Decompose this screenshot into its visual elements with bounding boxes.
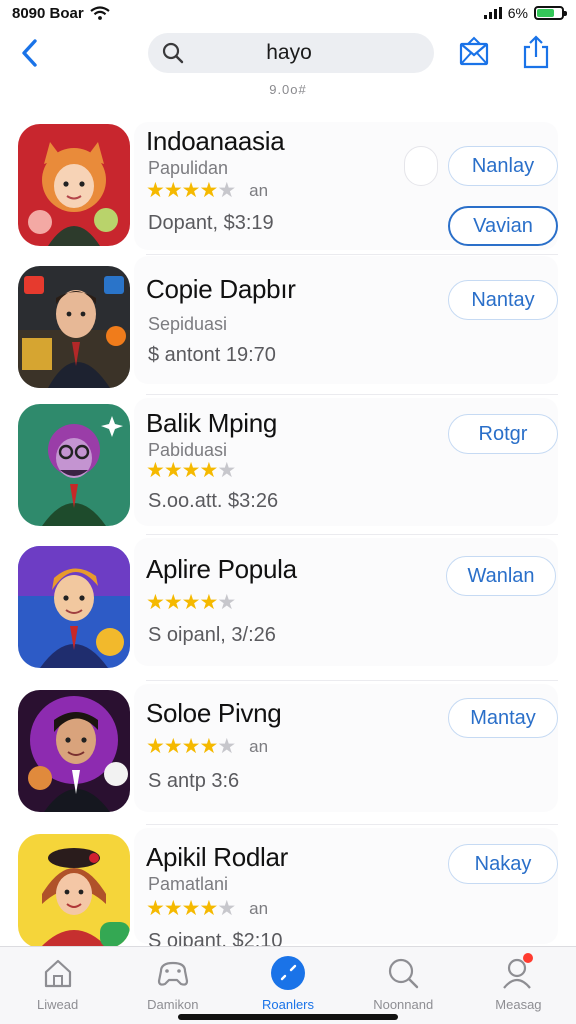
row-divider xyxy=(146,254,558,255)
rating-suffix: an xyxy=(249,898,269,918)
app-name: Soloe Pivng xyxy=(146,698,282,728)
app-price: S.oo.att. $3:26 xyxy=(148,490,279,512)
battery-fill xyxy=(537,9,554,17)
star-rating: ★★★★★ xyxy=(146,735,236,758)
status-time: 8090 Boar xyxy=(12,4,84,22)
rating-suffix: an xyxy=(249,180,269,200)
tab-account[interactable]: Measag xyxy=(461,947,576,1024)
rating: ★★★★★ an xyxy=(146,180,268,201)
app-icon[interactable] xyxy=(18,404,130,526)
share-button[interactable] xyxy=(518,34,554,70)
app-icon-image xyxy=(18,546,130,668)
battery-icon xyxy=(534,6,567,20)
envelope-icon xyxy=(459,36,489,66)
app-price: S antp 3:6 xyxy=(148,770,240,792)
star-rating: ★★★★★ xyxy=(146,179,236,202)
tab-search[interactable]: Noonnand xyxy=(346,947,461,1024)
tab-label: Measag xyxy=(495,997,542,1012)
get-button[interactable]: Nanlay xyxy=(448,146,558,186)
tab-home[interactable]: Liwead xyxy=(0,947,115,1024)
placeholder-bubble xyxy=(404,146,438,186)
app-icon-image xyxy=(18,266,130,388)
app-category: Pamatlani xyxy=(148,874,229,894)
app-name: Apikil Rodlar xyxy=(146,842,289,872)
star-rating: ★★★★★ xyxy=(146,459,236,482)
star-rating: ★★★★★ xyxy=(146,591,236,614)
app-name: Balik Mping xyxy=(146,408,278,438)
get-button[interactable]: Nantay xyxy=(448,280,558,320)
get-button[interactable]: Wanlan xyxy=(446,556,556,596)
app-icon[interactable] xyxy=(18,124,130,246)
status-left: 8090 Boar xyxy=(12,5,110,22)
app-icon-image xyxy=(18,834,130,948)
app-icon-image xyxy=(18,124,130,246)
app-icon[interactable] xyxy=(18,266,130,388)
nav-bar: hayo xyxy=(0,30,576,76)
search-query: hayo xyxy=(266,41,312,64)
get-button[interactable]: Rotgr xyxy=(448,414,558,454)
battery-percent: 6% xyxy=(507,5,528,21)
star-rating: ★★★★★ xyxy=(146,897,236,920)
search-field[interactable]: hayo xyxy=(148,33,434,73)
app-category: Pabiduasi xyxy=(148,440,228,460)
rating: ★★★★★ xyxy=(146,591,236,614)
status-right: 6% xyxy=(483,5,567,21)
get-button[interactable]: Mantay xyxy=(448,698,558,738)
app-name: Indoanaasia xyxy=(146,126,285,156)
rating: ★★★★★ an xyxy=(146,736,268,757)
home-indicator[interactable] xyxy=(178,1014,398,1020)
app-category: Sepiduasi xyxy=(148,314,228,334)
back-button[interactable] xyxy=(16,36,42,70)
app-icon[interactable] xyxy=(18,546,130,668)
status-bar: 8090 Boar 6% xyxy=(0,0,576,26)
tab-label: Roanlers xyxy=(261,997,315,1012)
app-row[interactable]: Balik Mping Pabiduasi ★★★★★ S.oo.att. $3… xyxy=(0,394,576,536)
tab-explore[interactable]: Roanlers xyxy=(230,947,345,1024)
app-row[interactable]: Indoanaasia Papulidan ★★★★★ an Dopant, $… xyxy=(0,122,576,256)
cellular-signal-icon xyxy=(483,7,502,19)
row-divider xyxy=(146,394,558,395)
app-price: Dopant, $3:19 xyxy=(148,212,274,234)
app-name: Copie Dapbır xyxy=(146,274,296,304)
row-divider xyxy=(146,824,558,825)
app-category: Papulidan xyxy=(148,158,229,178)
compass-icon xyxy=(270,955,306,991)
rating-suffix: an xyxy=(249,736,269,756)
get-button[interactable]: Nakay xyxy=(448,844,558,884)
games-icon xyxy=(155,955,191,991)
app-icon-image xyxy=(18,690,130,812)
search-caption: 9.0o# xyxy=(269,82,307,97)
chevron-left-icon xyxy=(22,39,37,67)
tab-games[interactable]: Damikon xyxy=(115,947,230,1024)
notification-badge xyxy=(522,953,533,963)
wifi-icon xyxy=(90,6,110,20)
secondary-get-button[interactable]: Vavian xyxy=(448,206,558,246)
app-name: Aplire Popula xyxy=(146,554,297,584)
tab-label: Noonnand xyxy=(373,997,434,1012)
rating: ★★★★★ xyxy=(146,459,236,482)
app-icon[interactable] xyxy=(18,690,130,812)
home-icon xyxy=(40,955,76,991)
search-icon xyxy=(162,42,184,64)
search-icon xyxy=(385,955,421,991)
app-price: $ antont 19:70 xyxy=(148,344,276,366)
app-row[interactable]: Soloe Pivng ★★★★★ an S antp 3:6 Mantay xyxy=(0,680,576,822)
tab-label: Liwead xyxy=(37,997,79,1012)
app-price: S oipanl, 3/:26 xyxy=(148,624,276,646)
app-row[interactable]: Aplire Popula ★★★★★ S oipanl, 3/:26 Wanl… xyxy=(0,534,576,678)
tab-label: Damikon xyxy=(147,997,199,1012)
envelope-button[interactable] xyxy=(456,34,492,70)
tab-bar: Liwead Damikon Roanlers Noonnand Measag xyxy=(0,946,576,1024)
app-icon-image xyxy=(18,404,130,526)
row-divider xyxy=(146,534,558,535)
app-icon[interactable] xyxy=(18,834,130,948)
app-row[interactable]: Copie Dapbır Sepiduasi $ antont 19:70 Na… xyxy=(0,254,576,396)
row-divider xyxy=(146,680,558,681)
share-icon xyxy=(523,35,549,69)
rating: ★★★★★ an xyxy=(146,898,268,919)
